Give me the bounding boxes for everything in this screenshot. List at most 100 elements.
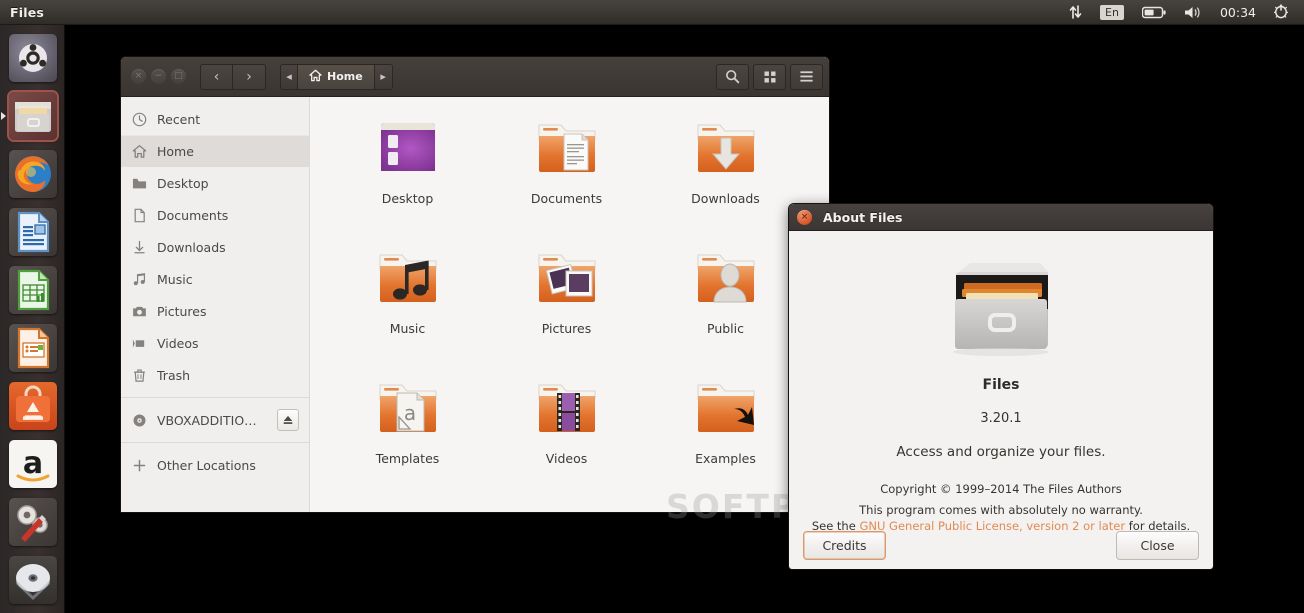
desktop-folder-icon: [131, 175, 147, 191]
file-item-downloads[interactable]: Downloads: [646, 111, 805, 241]
sidebar-item-videos[interactable]: Videos: [121, 327, 309, 359]
desktop-folder-icon: [360, 111, 456, 187]
file-cabinet-icon: [803, 249, 1199, 367]
sidebar-item-desktop[interactable]: Desktop: [121, 167, 309, 199]
sidebar-item-home[interactable]: Home: [121, 135, 309, 167]
forward-button[interactable]: ›: [233, 63, 266, 90]
session-gear-icon[interactable]: [1264, 0, 1298, 25]
sidebar-item-other-locations[interactable]: Other Locations: [121, 449, 309, 481]
music-note-icon: [131, 271, 147, 287]
files-window-body: Recent Home Desktop Documents Downloads …: [121, 97, 829, 512]
eject-button[interactable]: [277, 409, 299, 431]
back-button[interactable]: ‹: [200, 63, 233, 90]
about-dialog-titlebar: × About Files: [789, 204, 1213, 231]
clock-icon: [131, 111, 147, 127]
templates-folder-icon: a: [360, 371, 456, 447]
svg-text:a: a: [22, 446, 42, 481]
files-window: × − □ ‹ › ◂ Home ▸ Recent Home Desktop D…: [121, 57, 829, 512]
sidebar-item-recent[interactable]: Recent: [121, 103, 309, 135]
minimize-button[interactable]: −: [151, 69, 166, 84]
launcher-item-libreoffice-calc[interactable]: [0, 261, 65, 319]
file-item-videos[interactable]: Videos: [487, 371, 646, 501]
hamburger-menu-icon[interactable]: [790, 63, 823, 90]
plus-icon: [131, 457, 147, 473]
public-folder-icon: [678, 241, 774, 317]
examples-folder-icon: [678, 371, 774, 447]
breadcrumb-item-label: Home: [327, 70, 363, 83]
file-item-label: Downloads: [691, 191, 760, 206]
panel-app-menu-title[interactable]: Files: [10, 5, 44, 20]
launcher-item-libreoffice-impress[interactable]: [0, 319, 65, 377]
toolbar-actions: [712, 63, 823, 90]
files-window-titlebar: × − □ ‹ › ◂ Home ▸: [121, 57, 829, 97]
documents-folder-icon: [519, 111, 615, 187]
volume-icon[interactable]: [1175, 0, 1212, 25]
launcher-item-cd-drive[interactable]: [0, 551, 65, 609]
sidebar-item-downloads[interactable]: Downloads: [121, 231, 309, 263]
breadcrumb-next-button[interactable]: ▸: [374, 63, 393, 90]
sidebar-item-trash[interactable]: Trash: [121, 359, 309, 391]
file-item-label: Videos: [545, 451, 588, 466]
about-app-name: Files: [982, 377, 1020, 393]
view-grid-icon[interactable]: [753, 63, 786, 90]
keyboard-layout-indicator[interactable]: En: [1091, 0, 1133, 25]
file-item-examples[interactable]: Examples: [646, 371, 805, 501]
file-item-documents[interactable]: Documents: [487, 111, 646, 241]
about-license-warranty: This program comes with absolutely no wa…: [859, 503, 1143, 517]
file-item-label: Examples: [695, 451, 756, 466]
maximize-button[interactable]: □: [171, 69, 186, 84]
search-icon[interactable]: [716, 63, 749, 90]
launcher-item-files[interactable]: [0, 87, 65, 145]
network-icon[interactable]: [1060, 0, 1091, 25]
sidebar-item-label: Recent: [157, 111, 201, 127]
battery-icon[interactable]: [1133, 0, 1175, 25]
videos-folder-icon: [519, 371, 615, 447]
breadcrumb: ◂ Home ▸: [280, 63, 393, 90]
disc-icon: [131, 412, 147, 428]
launcher-item-amazon[interactable]: a: [0, 435, 65, 493]
launcher-item-libreoffice-writer[interactable]: [0, 203, 65, 261]
file-item-pictures[interactable]: Pictures: [487, 241, 646, 371]
svg-text:a: a: [403, 401, 415, 425]
sidebar-item-pictures[interactable]: Pictures: [121, 295, 309, 327]
file-item-label: Pictures: [541, 321, 592, 336]
camera-icon: [131, 303, 147, 319]
keyboard-layout-label: En: [1100, 4, 1124, 20]
top-panel: Files En 00:34: [0, 0, 1304, 25]
home-icon: [309, 69, 322, 85]
launcher-item-software-center[interactable]: [0, 377, 65, 435]
close-button[interactable]: Close: [1116, 531, 1199, 560]
credits-button[interactable]: Credits: [803, 531, 886, 560]
file-item-label: Documents: [530, 191, 603, 206]
unity-launcher: a: [0, 25, 65, 613]
desktop-screen: Files En 00:34 a × − □ ‹ › ◂ Home ▸ Rece…: [0, 0, 1304, 613]
sidebar-item-label: Pictures: [157, 303, 207, 319]
breadcrumb-prev-button[interactable]: ◂: [280, 63, 298, 90]
downloads-folder-icon: [678, 111, 774, 187]
sidebar-item-vboxadditions[interactable]: VBOXADDITIO…: [121, 404, 309, 436]
sidebar-item-music[interactable]: Music: [121, 263, 309, 295]
launcher-item-dash-home[interactable]: [0, 29, 65, 87]
close-icon[interactable]: ×: [797, 209, 812, 225]
sidebar-item-label: Other Locations: [157, 457, 256, 473]
about-dialog-title: About Files: [823, 209, 903, 225]
places-sidebar: Recent Home Desktop Documents Downloads …: [121, 97, 310, 512]
sidebar-item-documents[interactable]: Documents: [121, 199, 309, 231]
file-item-label: Music: [389, 321, 426, 336]
clock[interactable]: 00:34: [1212, 0, 1264, 25]
close-button[interactable]: ×: [131, 69, 146, 84]
sidebar-item-label: Videos: [157, 335, 199, 351]
document-icon: [131, 207, 147, 223]
launcher-item-firefox[interactable]: [0, 145, 65, 203]
file-item-desktop[interactable]: Desktop: [328, 111, 487, 241]
files-icon-view: Desktop Documents Downloads Music Pictur…: [310, 97, 829, 512]
launcher-item-system-settings[interactable]: [0, 493, 65, 551]
sidebar-item-label: Documents: [157, 207, 229, 223]
file-item-templates[interactable]: a Templates: [328, 371, 487, 501]
breadcrumb-item-home[interactable]: Home: [298, 63, 375, 90]
panel-indicators: En 00:34: [1060, 0, 1304, 25]
file-item-music[interactable]: Music: [328, 241, 487, 371]
window-controls: × − □: [131, 69, 186, 84]
file-grid: Desktop Documents Downloads Music Pictur…: [328, 111, 829, 501]
file-item-public[interactable]: Public: [646, 241, 805, 371]
